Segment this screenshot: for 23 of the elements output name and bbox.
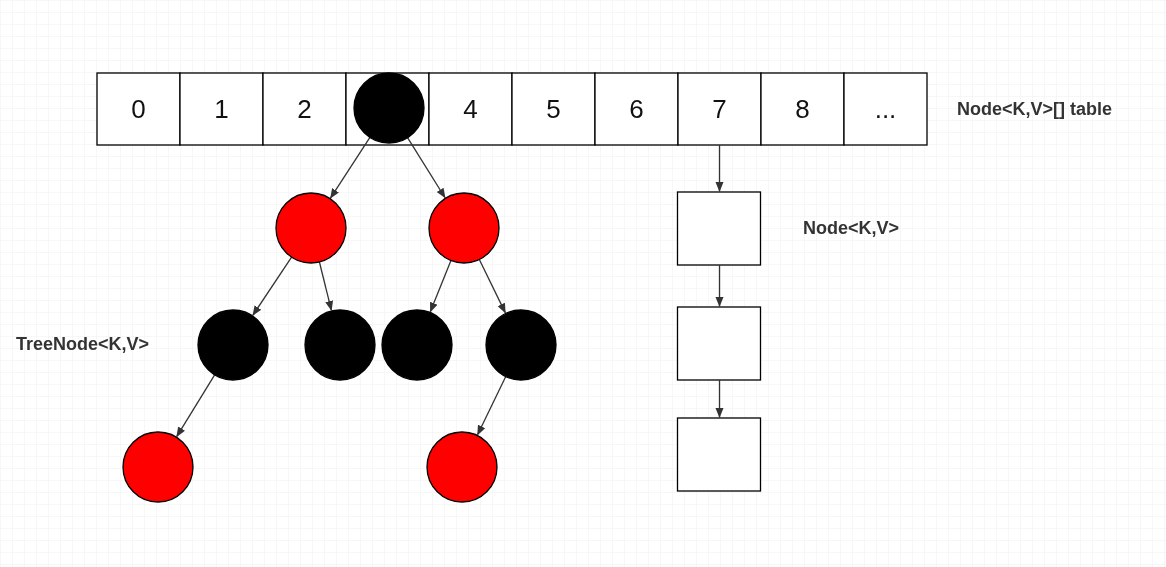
array-cell: 4 [428,72,513,146]
arrow [329,136,371,199]
arrow [406,137,446,199]
array-cell: 0 [96,72,181,146]
arrow [715,379,724,418]
arrow [477,375,507,436]
arrow [429,259,452,313]
arrow [478,258,506,314]
array-cell: 2 [262,72,347,146]
arrow [715,144,724,192]
tree-node-label: TreeNode<K,V> [16,334,150,354]
arrow [715,264,724,307]
arrow [176,374,216,438]
array-cell: 1 [179,72,264,146]
arrow [252,256,293,316]
array-cell: ... [843,72,928,146]
array-cell: 8 [760,72,845,146]
table-label: Node<K,V>[] table [957,99,1113,119]
arrow [318,261,334,312]
list-node-label: Node<K,V> [803,218,900,238]
array-cell: 5 [511,72,596,146]
array-cell: 7 [677,72,762,146]
array-cell: 6 [594,72,679,146]
